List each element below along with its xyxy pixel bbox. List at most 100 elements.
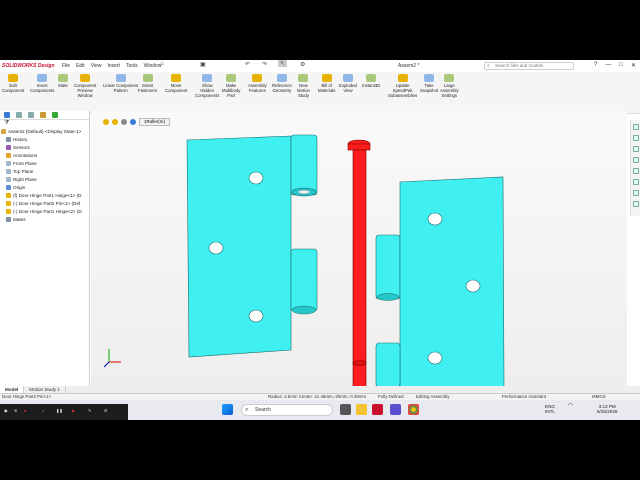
command-button[interactable]: Insert Components	[30, 74, 54, 93]
tree-node[interactable]: Origin	[6, 184, 25, 192]
camera-icon[interactable]: ◉	[4, 408, 8, 413]
hinge-right-knuckle-bottom[interactable]	[375, 342, 401, 388]
custom-properties-icon[interactable]	[633, 190, 639, 196]
file-explorer-icon[interactable]	[633, 157, 639, 163]
forum-icon[interactable]	[633, 201, 639, 207]
zoom-to-fit-icon[interactable]	[103, 118, 109, 125]
command-button[interactable]: Smart Fasteners	[138, 74, 157, 93]
hinge-pin[interactable]	[347, 139, 371, 420]
search-input[interactable]: ⌕ Search files and models	[484, 62, 574, 70]
appearances-icon[interactable]	[633, 179, 639, 185]
property-manager-icon[interactable]	[16, 112, 22, 118]
windows-start-icon[interactable]	[222, 404, 233, 415]
recorder-icon[interactable]: ⊕	[14, 408, 17, 413]
hinge-left-knuckle-bottom[interactable]	[290, 248, 318, 312]
tree-node[interactable]: (-) Door Hinge Part2 Pin<1> (Def	[6, 200, 80, 208]
menu-insert[interactable]: Insert	[107, 63, 120, 69]
home-tab-icon[interactable]	[633, 124, 639, 130]
tree-node[interactable]: Annotations	[6, 152, 37, 160]
undo-icon[interactable]: ↶	[245, 61, 250, 68]
command-button[interactable]: Bill of Materials	[318, 74, 335, 93]
help-button[interactable]: ?	[594, 62, 597, 69]
command-button[interactable]: New Motion Study	[297, 74, 310, 98]
command-button[interactable]: Large Assembly Settings	[440, 74, 459, 98]
microphone-icon[interactable]: ♪	[42, 408, 44, 413]
command-button[interactable]: Edit Component	[2, 74, 24, 93]
tree-node[interactable]: History	[6, 136, 27, 144]
solidworks-app-icon[interactable]	[372, 404, 383, 415]
rebuild-icon[interactable]: ⚙	[300, 61, 305, 68]
zoom-area-icon[interactable]	[112, 118, 118, 125]
command-button[interactable]: Assembly Features	[248, 74, 267, 93]
solidworks-logo[interactable]: SOLIDWORKS Design	[2, 63, 55, 69]
resources-tab-icon[interactable]	[633, 135, 639, 141]
display-manager-icon[interactable]	[52, 112, 58, 118]
previous-view-icon[interactable]	[121, 118, 127, 125]
task-view-icon[interactable]	[340, 404, 351, 415]
dimxpert-icon[interactable]	[40, 112, 46, 118]
tree-node[interactable]: Assem2 (Default) <Display State-1>	[1, 128, 81, 136]
hinge-left-knuckle-top[interactable]	[290, 134, 318, 196]
stop-icon[interactable]: ■	[72, 408, 74, 413]
configuration-manager-icon[interactable]	[28, 112, 34, 118]
command-button[interactable]: Update SpeedPak Subassemblies	[388, 74, 417, 98]
wifi-icon[interactable]: ◠	[568, 403, 573, 409]
menu-edit[interactable]: Edit	[76, 63, 85, 69]
pin-head[interactable]	[347, 143, 371, 151]
tree-node[interactable]: Sensors	[6, 144, 30, 152]
command-button[interactable]: Reference Geometry	[272, 74, 292, 93]
document-tab[interactable]: 1Roller(m)	[139, 117, 171, 126]
design-library-icon[interactable]	[633, 146, 639, 152]
hinge-right-plate[interactable]	[399, 176, 505, 388]
tree-filter[interactable]: ⧩	[0, 120, 89, 128]
close-button[interactable]: ✕	[631, 62, 636, 69]
command-button[interactable]: Instant3D	[362, 74, 380, 88]
command-button[interactable]: Take Snapshot	[420, 74, 438, 93]
model-canvas[interactable]	[91, 111, 627, 420]
view-palette-icon[interactable]	[633, 168, 639, 174]
tab-motion-study[interactable]: Motion Study 1	[24, 386, 66, 393]
minimize-button[interactable]: —	[605, 62, 611, 69]
tab-model[interactable]: Model	[0, 386, 25, 393]
menu-view[interactable]: View	[91, 63, 102, 69]
settings-icon[interactable]: ⚙	[104, 408, 108, 413]
tree-node[interactable]: Right Plane	[6, 176, 37, 184]
language-indicator[interactable]: ENG INTL	[545, 404, 555, 414]
hinge-right-knuckle-top[interactable]	[375, 234, 401, 300]
command-button[interactable]: Mate	[58, 74, 68, 88]
pause-icon[interactable]: ❚❚	[56, 408, 63, 413]
app-icon[interactable]	[390, 404, 401, 415]
file-explorer-icon[interactable]	[356, 404, 367, 415]
clock[interactable]: 3:13 PM 6/25/2026	[597, 404, 617, 414]
menu-window[interactable]: Window	[144, 63, 162, 69]
pen-icon[interactable]: ✎	[88, 408, 91, 413]
tree-node[interactable]: (f) Door Hinge Part1 Hinge<1> (D	[6, 192, 81, 200]
hinge-left[interactable]	[186, 134, 318, 358]
pin-shaft[interactable]	[352, 149, 367, 420]
tree-node[interactable]: Top Plane	[6, 168, 33, 176]
command-button[interactable]: Move Component	[165, 74, 187, 93]
section-view-icon[interactable]	[130, 118, 136, 125]
command-button[interactable]: Show Hidden Components	[195, 74, 219, 98]
hinge-left-plate[interactable]	[186, 135, 292, 358]
tree-node[interactable]: Mates	[6, 216, 26, 224]
chrome-icon[interactable]	[408, 404, 419, 415]
command-button[interactable]: Exploded View	[339, 74, 357, 93]
tree-node[interactable]: (-) Door Hinge Part1 Hinge<2> (D	[6, 208, 82, 216]
command-button[interactable]: Make Multibody Part	[222, 74, 240, 98]
home-icon[interactable]: ⌂	[160, 61, 164, 67]
feature-manager-icon[interactable]	[4, 112, 10, 118]
hinge-right[interactable]	[375, 176, 505, 388]
command-button[interactable]: Linear Component Pattern	[103, 74, 138, 93]
tree-node[interactable]: Front Plane	[6, 160, 37, 168]
graphics-area[interactable]	[91, 111, 627, 420]
select-icon[interactable]: ↖	[278, 60, 288, 67]
menu-tools[interactable]: Tools	[126, 63, 138, 69]
command-button[interactable]: Component Preview Window	[74, 74, 96, 98]
redo-icon[interactable]: ↷	[262, 61, 267, 68]
taskbar-search[interactable]: ⌕ Search	[241, 404, 333, 416]
maximize-button[interactable]: □	[619, 62, 623, 69]
save-icon[interactable]: ▣	[200, 61, 206, 68]
record-icon[interactable]: ●	[24, 408, 26, 413]
menu-file[interactable]: File	[62, 63, 70, 69]
